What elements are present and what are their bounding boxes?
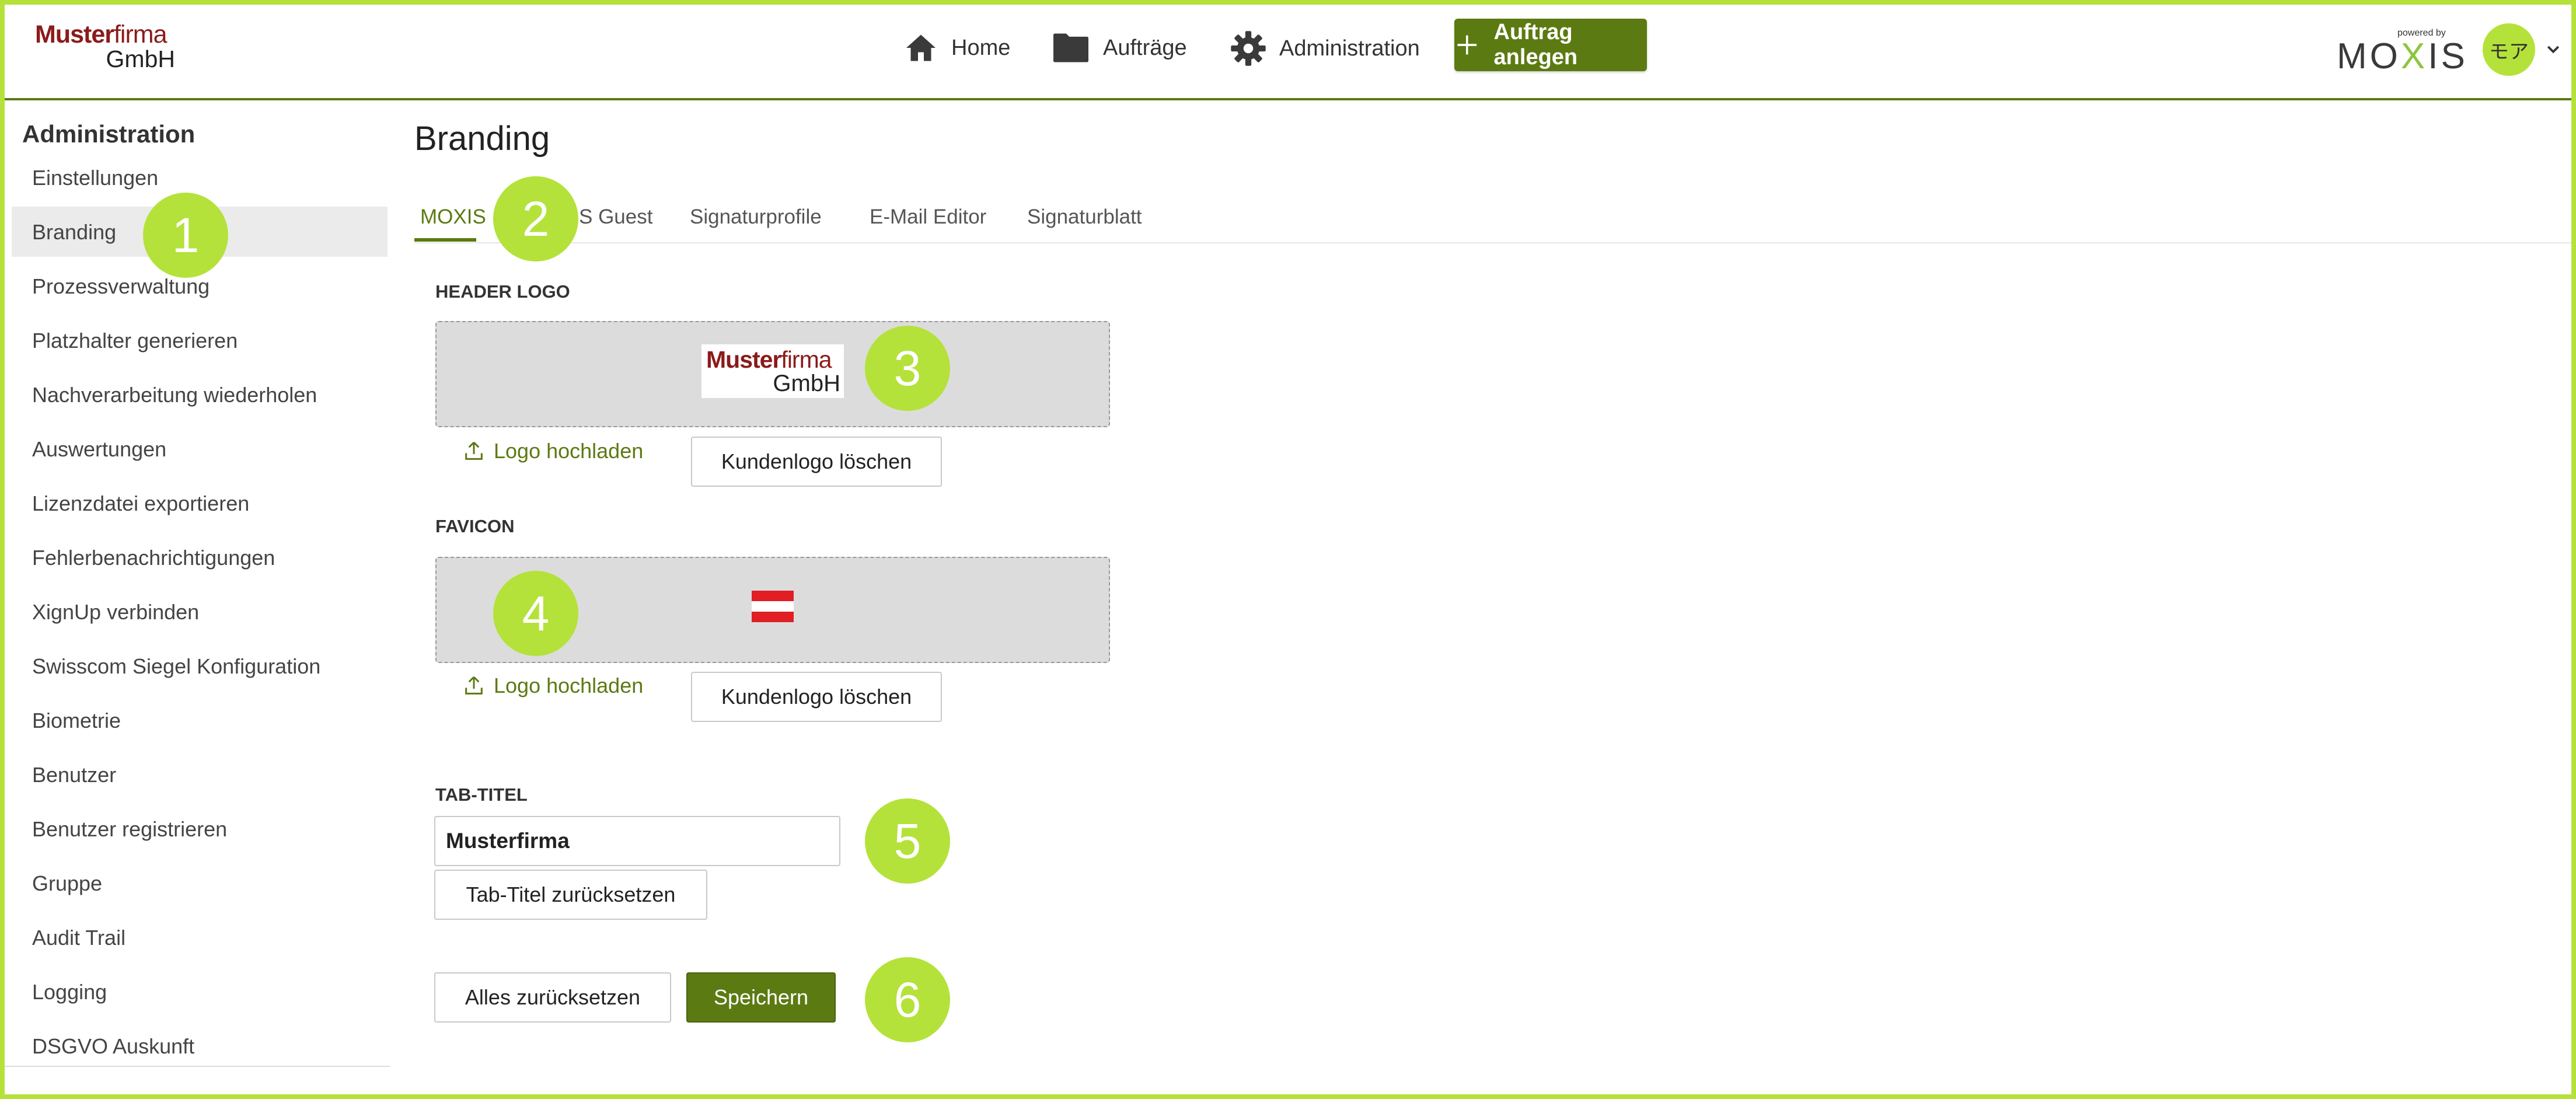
- sidebar-title: Administration: [22, 120, 196, 148]
- nav-administration-label: Administration: [1279, 36, 1420, 61]
- favicon-delete-button[interactable]: Kundenlogo löschen: [691, 672, 942, 722]
- sidebar-item-einstellungen[interactable]: Einstellungen: [32, 166, 158, 190]
- callout-4: 4: [493, 571, 578, 656]
- reset-all-label: Alles zurücksetzen: [465, 985, 641, 1009]
- tab-title-label: TAB-TITEL: [435, 784, 528, 805]
- gear-icon: [1231, 31, 1266, 66]
- favicon-upload-link[interactable]: Logo hochladen: [462, 674, 643, 698]
- austria-flag-icon: [752, 591, 794, 622]
- nav-orders-label: Aufträge: [1103, 35, 1187, 60]
- sidebar-item-fehlerbenachrichtigungen[interactable]: Fehlerbenachrichtigungen: [32, 546, 275, 570]
- save-button[interactable]: Speichern: [686, 972, 836, 1023]
- company-logo[interactable]: Musterfirma GmbH: [35, 22, 175, 71]
- folder-icon: [1053, 33, 1088, 62]
- nav-administration[interactable]: Administration: [1230, 30, 1420, 67]
- favicon-upload-label: Logo hochladen: [494, 674, 644, 697]
- moxis-logo: powered by MOXIS: [2337, 28, 2468, 76]
- tab-signaturprofile[interactable]: Signaturprofile: [690, 205, 822, 229]
- page-title: Branding: [414, 120, 550, 158]
- nav-home[interactable]: Home: [903, 30, 1010, 65]
- callout-6: 6: [865, 957, 950, 1042]
- chevron-down-icon[interactable]: [2544, 41, 2562, 58]
- sidebar-item-auswertungen[interactable]: Auswertungen: [32, 437, 166, 462]
- header-logo-label: HEADER LOGO: [435, 281, 570, 302]
- reset-all-button[interactable]: Alles zurücksetzen: [434, 972, 671, 1023]
- save-label: Speichern: [713, 985, 809, 1009]
- home-icon: [906, 34, 936, 61]
- tab-title-input[interactable]: [434, 816, 840, 866]
- new-order-button[interactable]: Auftrag anlegen: [1454, 19, 1647, 71]
- sidebar-item-benutzer[interactable]: Benutzer: [32, 763, 116, 787]
- favicon-label: FAVICON: [435, 516, 515, 536]
- sidebar-item-branding[interactable]: Branding: [32, 220, 116, 245]
- header-logo-dropzone[interactable]: Musterfirma GmbH: [435, 321, 1110, 427]
- sidebar-item-swisscom-siegel-konfiguration[interactable]: Swisscom Siegel Konfiguration: [32, 654, 320, 679]
- top-header: Musterfirma GmbH Home Aufträge Administr…: [5, 5, 2571, 98]
- sidebar-item-xignup-verbinden[interactable]: XignUp verbinden: [32, 600, 199, 624]
- tab-moxis[interactable]: MOXIS: [420, 205, 486, 229]
- upload-icon: [465, 676, 483, 695]
- sidebar-item-nachverarbeitung-wiederholen[interactable]: Nachverarbeitung wiederholen: [32, 383, 317, 407]
- sidebar-item-prozessverwaltung[interactable]: Prozessverwaltung: [32, 274, 210, 299]
- sidebar-item-biometrie[interactable]: Biometrie: [32, 709, 121, 733]
- tab-s-guest[interactable]: S Guest: [579, 205, 652, 229]
- tab-title-reset-button[interactable]: Tab-Titel zurücksetzen: [434, 870, 707, 920]
- active-tab-indicator: [414, 238, 476, 242]
- favicon-delete-label: Kundenlogo löschen: [721, 685, 912, 709]
- tab-email-editor[interactable]: E-Mail Editor: [870, 205, 986, 229]
- nav-orders[interactable]: Aufträge: [1052, 30, 1187, 65]
- header-logo-delete-button[interactable]: Kundenlogo löschen: [691, 437, 942, 487]
- sidebar-item-logging[interactable]: Logging: [32, 980, 107, 1004]
- user-avatar[interactable]: モア: [2483, 23, 2535, 76]
- sidebar-item-audit-trail[interactable]: Audit Trail: [32, 926, 125, 950]
- tabs-divider: [414, 242, 2571, 243]
- header-logo-upload-label: Logo hochladen: [494, 439, 644, 463]
- callout-2: 2: [493, 176, 578, 261]
- plus-icon: [1457, 35, 1477, 55]
- tab-signaturblatt[interactable]: Signaturblatt: [1027, 205, 1142, 229]
- sidebar-item-lizenzdatei-exportieren[interactable]: Lizenzdatei exportieren: [32, 491, 249, 516]
- new-order-label: Auftrag anlegen: [1493, 20, 1578, 69]
- sidebar-item-platzhalter-generieren[interactable]: Platzhalter generieren: [32, 329, 238, 353]
- tab-title-reset-label: Tab-Titel zurücksetzen: [466, 882, 676, 906]
- user-initials: モア: [2489, 40, 2529, 63]
- nav-home-label: Home: [951, 35, 1011, 60]
- callout-5: 5: [865, 798, 950, 884]
- upload-icon: [465, 441, 483, 460]
- app-window: Musterfirma GmbH Home Aufträge Administr…: [0, 0, 2576, 1099]
- header-logo-preview: Musterfirma GmbH: [701, 344, 844, 398]
- callout-1: 1: [143, 193, 228, 278]
- sidebar-item-gruppe[interactable]: Gruppe: [32, 871, 102, 896]
- sidebar-item-dsgvo-auskunft[interactable]: DSGVO Auskunft: [32, 1034, 194, 1059]
- header-logo-delete-label: Kundenlogo löschen: [721, 449, 912, 473]
- header-logo-upload-link[interactable]: Logo hochladen: [462, 439, 643, 463]
- sidebar-item-benutzer-registrieren[interactable]: Benutzer registrieren: [32, 817, 227, 842]
- sidebar-divider: [5, 1066, 390, 1067]
- callout-3: 3: [865, 326, 950, 411]
